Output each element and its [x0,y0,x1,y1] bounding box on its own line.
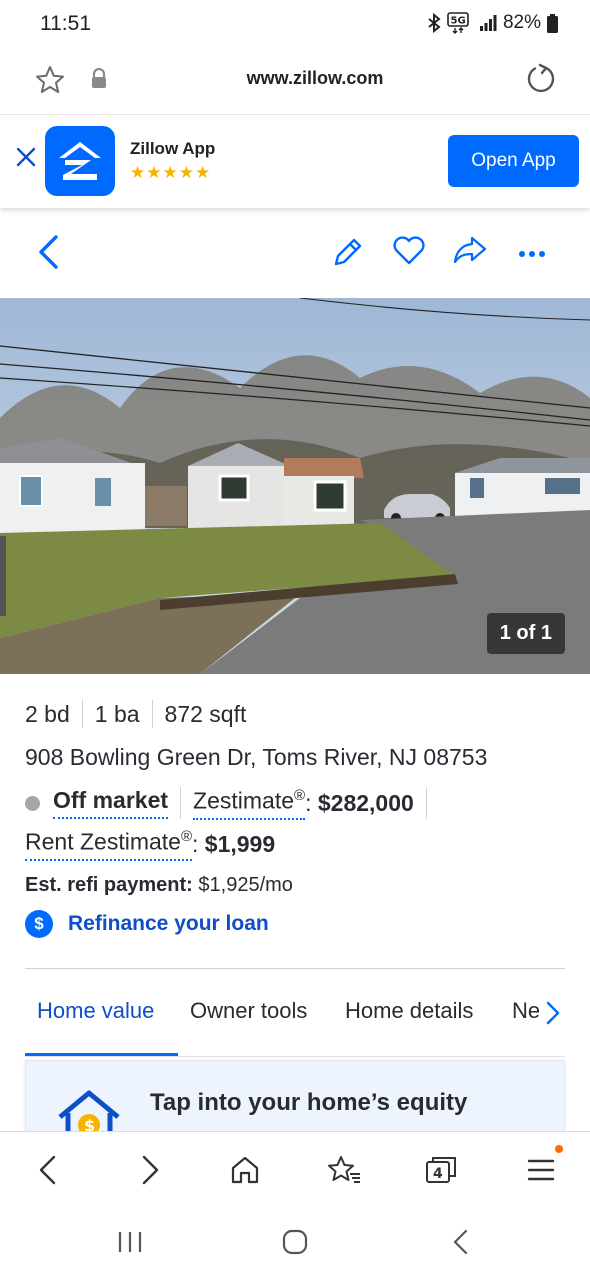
battery-icon [547,13,558,33]
off-market-status[interactable]: Off market [53,787,169,820]
refinance-link-label: Refinance your loan [68,912,269,935]
notification-dot [555,1145,563,1153]
recent-apps-icon[interactable] [116,1229,144,1260]
rent-zestimate-label-text: Rent Zestimate [25,828,181,855]
zestimate-label-text: Zestimate [193,787,295,814]
tab-owner-tools[interactable]: Owner tools [190,998,307,1024]
status-zestimate-row: Off market Zestimate® : $282,000 [25,787,439,820]
refi-payment-value: $1,925/mo [198,874,293,896]
more-options-icon[interactable] [518,246,546,264]
equity-card[interactable]: $ Tap into your home’s equity [25,1060,565,1140]
facts-divider [81,700,83,728]
status-dot-icon [25,795,40,811]
rent-colon: : [192,830,205,857]
tab-home-value[interactable]: Home value [37,998,154,1024]
rent-zestimate-label[interactable]: Rent Zestimate® [25,828,193,861]
rent-zestimate-row: Rent Zestimate® : $1,999 [25,828,275,861]
status-divider [425,787,427,820]
system-back-icon[interactable] [448,1229,474,1260]
dollar-coin-icon: $ [25,910,53,938]
equity-card-title: Tap into your home’s equity [150,1089,468,1116]
property-address: 908 Bowling Green Dr, Toms River, NJ 087… [25,744,488,770]
5g-icon: 5G [447,12,473,34]
battery-text: 82% [502,12,541,33]
tabs-scroll-right-icon[interactable] [539,997,565,1029]
svg-text:5G: 5G [450,16,465,27]
open-app-button[interactable]: Open App [448,135,579,187]
browser-bottom-bar: 4 [0,1131,590,1207]
zillow-logo-icon [45,126,115,196]
facts-divider [151,700,153,728]
registered-mark: ® [294,787,306,804]
close-icon[interactable] [14,145,38,174]
refinance-link[interactable]: $ Refinance your loan [25,910,269,938]
section-divider [25,968,565,969]
browser-url-bar: www.zillow.com [0,52,590,112]
app-install-banner: Zillow App ★★★★★ Open App [0,114,590,208]
browser-menu-icon[interactable] [526,1154,556,1191]
status-icons: 5G 82% [427,12,558,34]
home-facts: 2 bd 1 ba 872 sqft [25,700,246,728]
browser-back-icon[interactable] [36,1154,60,1191]
refi-payment-label: Est. refi payment: [25,874,193,896]
status-time: 11:51 [40,12,91,35]
refi-payment-row: Est. refi payment: $1,925/mo [25,874,293,897]
baths: 1 ba [94,700,140,727]
zestimate-label[interactable]: Zestimate® [193,787,306,820]
zestimate-colon: : [305,789,318,816]
back-icon[interactable] [36,234,62,275]
bluetooth-icon [427,13,441,33]
browser-tabs-icon[interactable]: 4 [424,1154,458,1191]
tab-home-details[interactable]: Home details [345,998,473,1024]
heart-save-icon[interactable] [392,234,426,271]
reload-icon[interactable] [524,62,558,101]
browser-bookmarks-icon[interactable] [326,1154,362,1191]
system-navigation-bar [0,1207,590,1278]
system-home-icon[interactable] [281,1229,309,1260]
url-address[interactable]: www.zillow.com [0,68,590,89]
listing-toolbar [0,208,590,298]
tab-count: 4 [433,1166,443,1182]
share-icon[interactable] [452,234,488,271]
browser-home-icon[interactable] [229,1154,261,1191]
rent-zestimate-value: $1,999 [204,830,276,857]
zestimate-value: $282,000 [317,789,414,816]
app-rating-stars: ★★★★★ [130,163,212,182]
edit-pencil-icon[interactable] [330,234,362,273]
status-bar: 11:51 5G 82% [0,0,590,52]
detail-tabs: Home value Owner tools Home details Neig… [25,985,565,1057]
status-divider [180,787,182,820]
square-feet: 872 sqft [164,700,247,727]
active-tab-indicator [25,1053,178,1056]
signal-icon [479,14,497,32]
registered-mark: ® [180,828,193,845]
photo-counter: 1 of 1 [486,613,565,654]
beds: 2 bd [25,700,70,727]
browser-forward-icon[interactable] [138,1154,162,1191]
listing-photo[interactable]: 1 of 1 [0,298,590,674]
app-name: Zillow App [130,139,216,158]
